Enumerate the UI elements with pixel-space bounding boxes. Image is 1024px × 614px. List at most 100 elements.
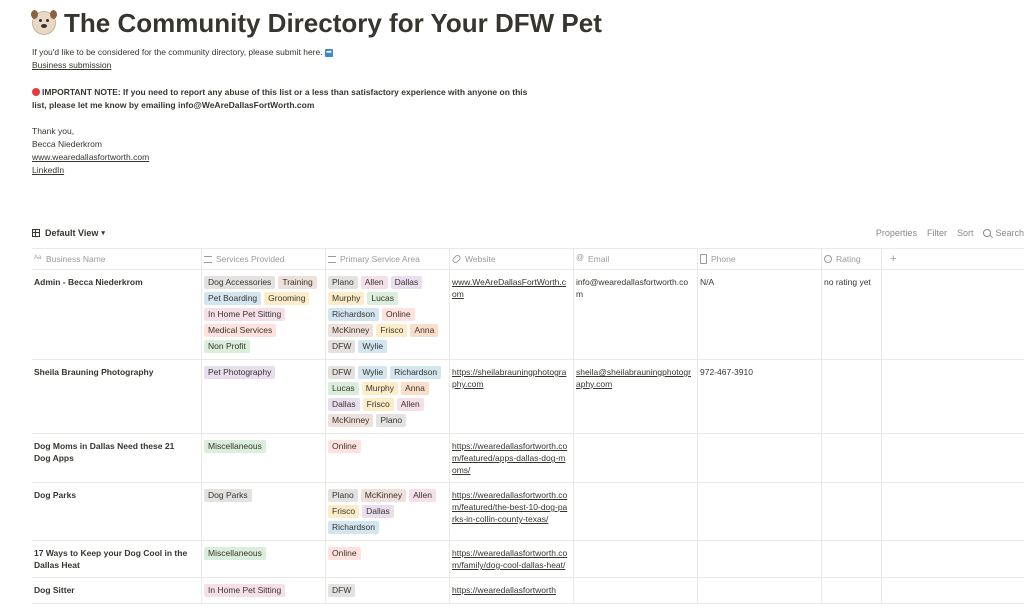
- business-name-cell[interactable]: 17 Ways to Keep your Dog Cool in the Dal…: [32, 541, 202, 577]
- area-tag: Frisco: [328, 505, 360, 518]
- area-tag: DFW: [328, 340, 356, 353]
- area-tags: DFW: [328, 584, 449, 597]
- at-sign-icon: [576, 253, 584, 263]
- chevron-down-icon: ▾: [101, 230, 105, 237]
- service-area-cell[interactable]: DFW Wylie Richardson Lucas Murphy Anna Dallas F…: [326, 360, 450, 433]
- column-header-service-area[interactable]: Primary Service Area: [326, 249, 450, 269]
- thanks-text: Thank you,: [32, 126, 75, 136]
- services-cell[interactable]: Miscellaneous: [202, 434, 326, 482]
- business-name-cell[interactable]: Sheila Brauning Photography: [32, 360, 202, 433]
- phone-cell[interactable]: [698, 434, 822, 482]
- properties-button[interactable]: Properties: [876, 228, 917, 238]
- arrow-right-icon: ➡: [324, 48, 333, 57]
- website-cell[interactable]: www.WeAreDallasFortWorth.com: [450, 270, 574, 359]
- rating-cell[interactable]: [822, 541, 882, 577]
- important-note: IMPORTANT NOTE: If you need to report an…: [32, 86, 532, 112]
- rating-cell[interactable]: [822, 360, 882, 433]
- service-area-cell[interactable]: Online: [326, 541, 450, 577]
- phone-cell[interactable]: N/A: [698, 270, 822, 359]
- website-cell[interactable]: https://wearedallasfortworth.com/feature…: [450, 434, 574, 482]
- services-cell[interactable]: Miscellaneous: [202, 541, 326, 577]
- table-header: Business Name Services Provided Primary …: [32, 248, 1024, 270]
- area-tag: Dallas: [362, 505, 394, 518]
- table-row[interactable]: 17 Ways to Keep your Dog Cool in the Dal…: [32, 541, 1024, 578]
- table-row[interactable]: Dog Moms in Dallas Need these 21 Dog App…: [32, 434, 1024, 483]
- business-submission-link[interactable]: Business submission: [32, 60, 111, 70]
- business-name-cell[interactable]: Dog Moms in Dallas Need these 21 Dog App…: [32, 434, 202, 482]
- email-cell[interactable]: [574, 434, 698, 482]
- column-header-rating[interactable]: Rating: [822, 249, 882, 269]
- business-name-cell[interactable]: Dog Sitter: [32, 578, 202, 603]
- phone-cell[interactable]: [698, 483, 822, 540]
- website-cell[interactable]: https://sheilabrauningphotography.com: [450, 360, 574, 433]
- rating-icon: [824, 255, 832, 263]
- website-link[interactable]: www.wearedallasfortworth.com: [32, 152, 149, 162]
- website-cell[interactable]: https://wearedallasfortworth.com/feature…: [450, 483, 574, 540]
- website-cell[interactable]: https://wearedallasfortworth: [450, 578, 574, 603]
- website-cell[interactable]: https://wearedallasfortworth.com/family/…: [450, 541, 574, 577]
- service-area-cell[interactable]: Plano Allen Dallas Murphy Lucas Richardson Onl…: [326, 270, 450, 359]
- email-cell[interactable]: sheila@sheilabrauningphotography.com: [574, 360, 698, 433]
- email-value[interactable]: sheila@sheilabrauningphotography.com: [576, 366, 697, 390]
- area-tag: Allen: [409, 489, 436, 502]
- directory-table: Business Name Services Provided Primary …: [32, 248, 1024, 604]
- table-row[interactable]: Dog Parks Dog Parks Plano McKinney Allen Fris…: [32, 483, 1024, 541]
- phone-value: 972-467-3910: [700, 367, 753, 377]
- search-button[interactable]: Search: [983, 228, 1024, 238]
- rating-cell[interactable]: [822, 578, 882, 603]
- area-tag: Anna: [410, 324, 439, 337]
- website-link[interactable]: https://sheilabrauningphotography.com: [452, 366, 573, 390]
- business-name-cell[interactable]: Dog Parks: [32, 483, 202, 540]
- phone-icon: [700, 254, 707, 264]
- services-cell[interactable]: In Home Pet Sitting: [202, 578, 326, 603]
- area-tag: Frisco: [362, 398, 394, 411]
- column-header-email[interactable]: Email: [574, 249, 698, 269]
- website-link[interactable]: https://wearedallasfortworth.com/feature…: [452, 440, 573, 476]
- column-header-phone[interactable]: Phone: [698, 249, 822, 269]
- service-tag: Grooming: [264, 292, 310, 305]
- view-selector[interactable]: Default View ▾: [32, 228, 105, 238]
- link-icon: [451, 253, 462, 265]
- rating-cell[interactable]: [822, 483, 882, 540]
- services-tags: Pet Photography: [204, 366, 325, 379]
- website-link[interactable]: https://wearedallasfortworth.com/family/…: [452, 547, 573, 571]
- column-header-website[interactable]: Website: [450, 249, 574, 269]
- rating-cell[interactable]: no rating yet: [822, 270, 882, 359]
- business-name-cell[interactable]: Admin - Becca Niederkrom: [32, 270, 202, 359]
- table-row[interactable]: Sheila Brauning Photography Pet Photograp…: [32, 360, 1024, 434]
- service-area-cell[interactable]: Online: [326, 434, 450, 482]
- services-cell[interactable]: Dog Parks: [202, 483, 326, 540]
- services-cell[interactable]: Dog Accessories Training Pet Boarding Groom…: [202, 270, 326, 359]
- linkedin-link[interactable]: LinkedIn: [32, 165, 64, 175]
- area-tag: McKinney: [360, 489, 407, 502]
- email-cell[interactable]: [574, 578, 698, 603]
- column-header-services[interactable]: Services Provided: [202, 249, 326, 269]
- services-tags: Dog Accessories Training Pet Boarding Groom…: [204, 276, 325, 353]
- website-link[interactable]: https://wearedallasfortworth: [452, 584, 573, 596]
- sort-button[interactable]: Sort: [957, 228, 974, 238]
- service-tag: Dog Parks: [204, 489, 252, 502]
- filter-button[interactable]: Filter: [927, 228, 947, 238]
- website-link[interactable]: www.WeAreDallasFortWorth.com: [452, 276, 573, 300]
- phone-cell[interactable]: [698, 578, 822, 603]
- email-cell[interactable]: info@wearedallasfortworth.com: [574, 270, 698, 359]
- area-tag: Plano: [328, 276, 358, 289]
- table-row[interactable]: Dog Sitter In Home Pet Sitting DFW https://…: [32, 578, 1024, 604]
- service-tag: Training: [278, 276, 317, 289]
- column-header-business-name[interactable]: Business Name: [32, 249, 202, 269]
- website-link[interactable]: https://wearedallasfortworth.com/feature…: [452, 489, 573, 525]
- phone-cell[interactable]: [698, 541, 822, 577]
- phone-cell[interactable]: 972-467-3910: [698, 360, 822, 433]
- add-column-button[interactable]: +: [882, 249, 1024, 269]
- plus-icon: +: [890, 253, 897, 265]
- email-cell[interactable]: [574, 483, 698, 540]
- services-cell[interactable]: Pet Photography: [202, 360, 326, 433]
- rating-cell[interactable]: [822, 434, 882, 482]
- signature-name: Becca Niederkrom: [32, 139, 102, 149]
- table-body: Admin - Becca Niederkrom Dog Accessories T…: [32, 270, 1024, 604]
- table-row[interactable]: Admin - Becca Niederkrom Dog Accessories T…: [32, 270, 1024, 360]
- service-area-cell[interactable]: Plano McKinney Allen Frisco Dallas Richardson: [326, 483, 450, 540]
- service-area-cell[interactable]: DFW: [326, 578, 450, 603]
- service-tag: In Home Pet Sitting: [204, 308, 286, 321]
- email-cell[interactable]: [574, 541, 698, 577]
